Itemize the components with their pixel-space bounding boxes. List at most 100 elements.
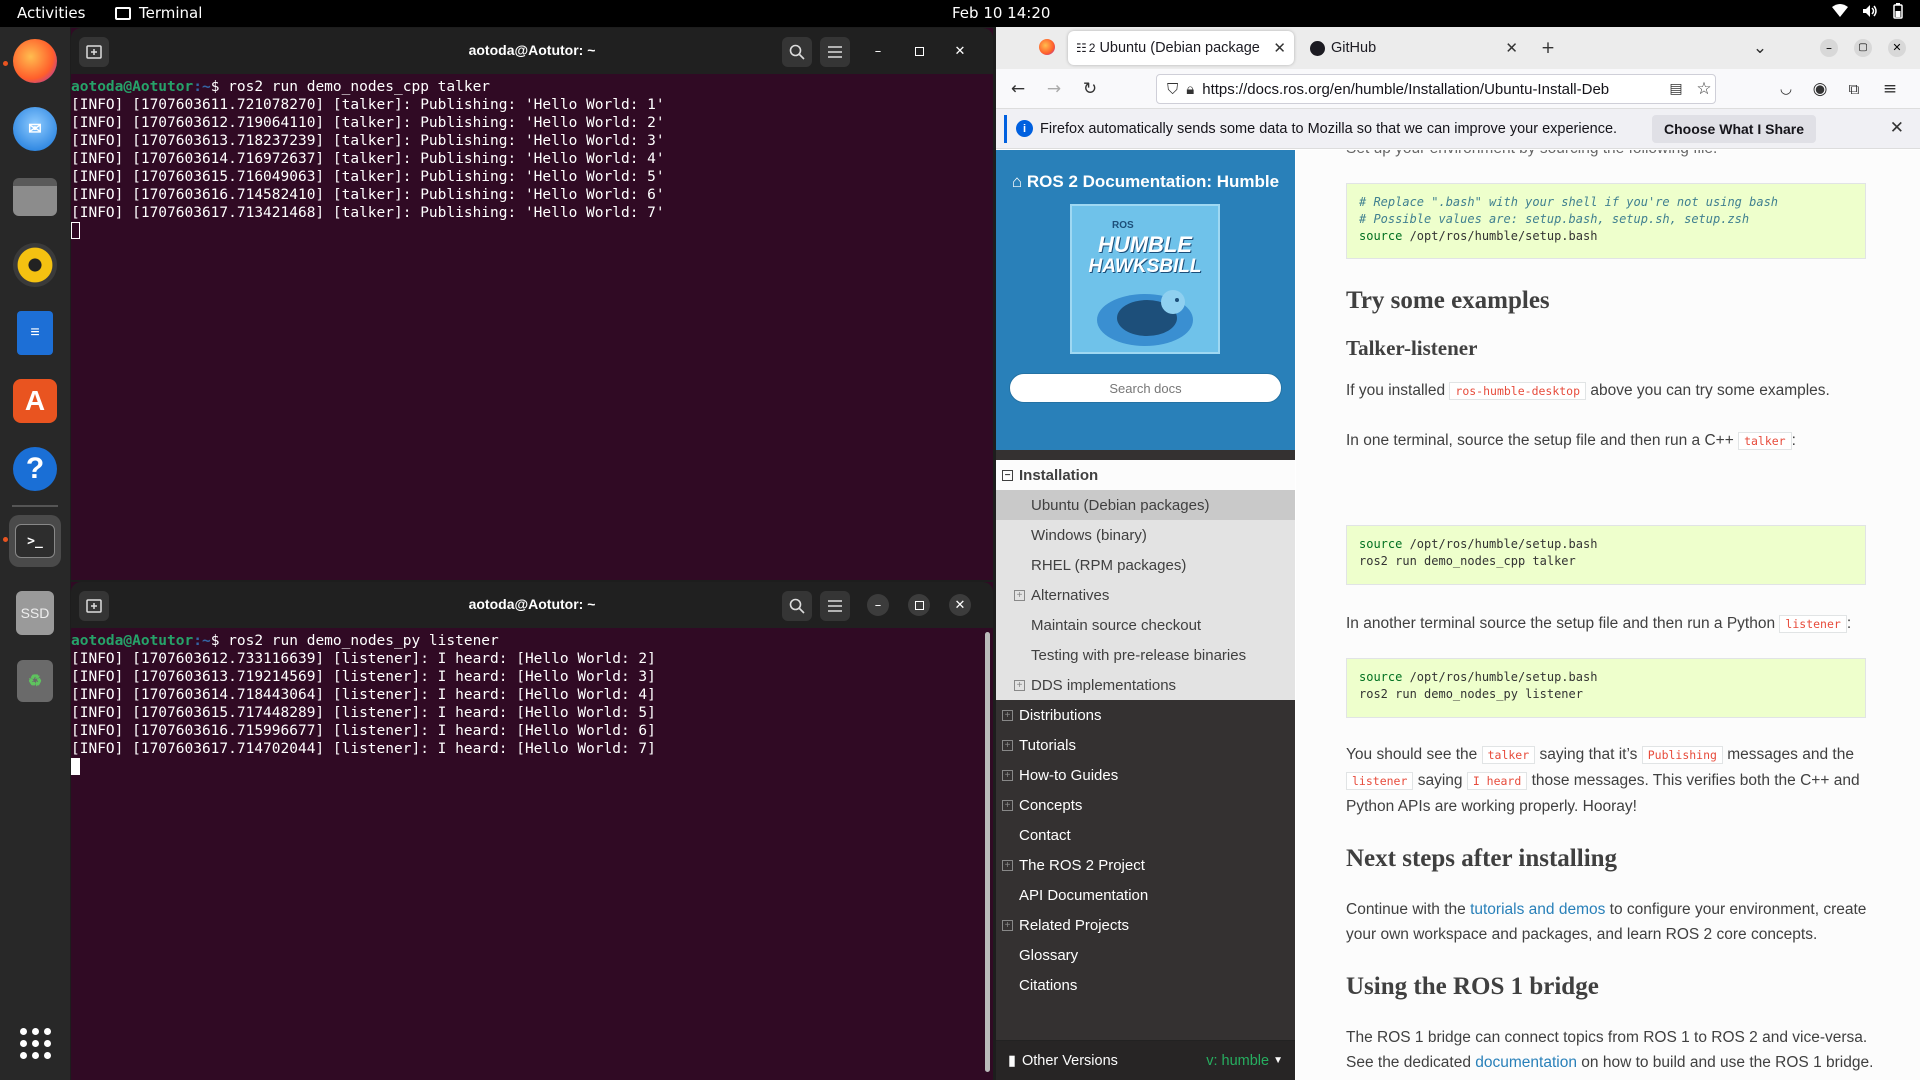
pocket-button[interactable]: ◡	[1774, 77, 1798, 101]
tab-ubuntu-debian[interactable]: ☷ 2 Ubuntu (Debian package ✕	[1068, 31, 1294, 65]
sidebar-item-windows[interactable]: Windows (binary)	[996, 520, 1295, 550]
sidebar-item-maintain-source[interactable]: Maintain source checkout	[996, 610, 1295, 640]
terminal-window-listener[interactable]: aotoda@Aotutor: ~ – ✕ aotoda@Aotutor:~$ …	[71, 582, 993, 1080]
sidebar-item-ros2-project[interactable]: + The ROS 2 Project	[996, 850, 1295, 880]
code-block-listener[interactable]: source /opt/ros/humble/setup.bash ros2 ru…	[1346, 658, 1866, 718]
tab-close-icon[interactable]: ✕	[1273, 39, 1286, 57]
show-apps-button[interactable]	[9, 1017, 61, 1069]
sidebar-item-contact[interactable]: Contact	[996, 820, 1295, 850]
top-bar: Activities Terminal Feb 10 14:20	[0, 0, 1920, 27]
terminal-scrollbar[interactable]	[985, 632, 990, 1072]
activities-button[interactable]: Activities	[17, 4, 85, 22]
app-center-launcher[interactable]: A	[9, 375, 61, 427]
account-button[interactable]: ◉	[1808, 77, 1832, 101]
notification-close-icon[interactable]: ✕	[1890, 118, 1904, 138]
drive-launcher[interactable]: SSD	[9, 587, 61, 639]
tab-github[interactable]: GitHub ✕	[1302, 31, 1526, 65]
thunderbird-launcher[interactable]: ✉	[9, 103, 61, 155]
volume-icon	[1863, 5, 1877, 17]
firefox-view-icon[interactable]	[1039, 39, 1055, 55]
choose-what-i-share-button[interactable]: Choose What I Share	[1652, 115, 1817, 143]
forward-button[interactable]: →	[1042, 77, 1066, 101]
reader-view-button[interactable]: ▤	[1664, 77, 1688, 101]
maximize-button[interactable]	[908, 40, 930, 62]
clock[interactable]: Feb 10 14:20	[952, 4, 1050, 22]
forward-arrow-icon: →	[1046, 79, 1062, 99]
list-tabs-button[interactable]: ⌄	[1748, 36, 1772, 60]
terminal-titlebar[interactable]: aotoda@Aotutor: ~ – ✕	[71, 582, 993, 628]
url-text[interactable]: https://docs.ros.org/en/humble/Installat…	[1202, 81, 1609, 98]
firefox-window[interactable]: ☷ 2 Ubuntu (Debian package ✕ GitHub ✕ + ⌄…	[996, 27, 1920, 1080]
extensions-button[interactable]: ⧉	[1842, 77, 1866, 101]
cut-off-paragraph: Set up your environment by sourcing the …	[1346, 150, 1876, 161]
sidebar-item-api-docs[interactable]: API Documentation	[996, 880, 1295, 910]
terminal-output[interactable]: aotoda@Aotutor:~$ ros2 run demo_nodes_py…	[71, 628, 993, 776]
app-menu[interactable]: Terminal	[115, 4, 202, 22]
rhythmbox-launcher[interactable]	[9, 239, 61, 291]
github-icon	[1310, 40, 1325, 56]
code-block-setup[interactable]: # Replace ".bash" with your shell if you…	[1346, 183, 1866, 259]
writer-launcher[interactable]: ≡	[9, 307, 61, 359]
minimize-button[interactable]: –	[867, 40, 889, 62]
back-button[interactable]: ←	[1006, 77, 1030, 101]
sidebar-item-installation[interactable]: − Installation	[996, 460, 1295, 490]
help-launcher[interactable]: ?	[9, 443, 61, 495]
brand-text: ROS 2 Documentation: Humble	[1026, 172, 1280, 191]
sidebar-item-alternatives[interactable]: + Alternatives	[996, 580, 1295, 610]
tutorials-link[interactable]: tutorials and demos	[1470, 901, 1605, 918]
menu-button[interactable]	[820, 591, 850, 621]
close-window-button[interactable]: ✕	[1888, 39, 1906, 57]
sidebar-item-related-projects[interactable]: + Related Projects	[996, 910, 1295, 940]
paragraph-cpp-talker: In one terminal, source the setup file a…	[1346, 432, 1796, 450]
tab-close-icon[interactable]: ✕	[1505, 39, 1518, 57]
sidebar-item-glossary[interactable]: Glossary	[996, 940, 1295, 970]
sidebar-nav: − Installation Ubuntu (Debian packages) W…	[996, 460, 1295, 1000]
maximize-button[interactable]: ▢	[1854, 39, 1872, 57]
terminal-window-talker[interactable]: aotoda@Aotutor: ~ – ✕ aotoda@Aotutor:~$ …	[71, 28, 993, 580]
firefox-launcher[interactable]	[9, 35, 61, 87]
search-docs-input[interactable]: Search docs	[1009, 373, 1282, 403]
sidebar-item-ubuntu[interactable]: Ubuntu (Debian packages)	[996, 490, 1295, 520]
url-bar[interactable]: ⛉ 🔒︎ https://docs.ros.org/en/humble/Inst…	[1156, 74, 1716, 104]
search-button[interactable]	[782, 37, 812, 67]
terminal-title: aotoda@Aotutor: ~	[468, 42, 596, 58]
terminal-titlebar[interactable]: aotoda@Aotutor: ~ – ✕	[71, 28, 993, 74]
expand-icon: +	[1014, 589, 1025, 601]
files-launcher[interactable]	[9, 171, 61, 223]
humble-hawksbill-logo[interactable]: ROS HUMBLE HAWKSBILL	[1070, 204, 1220, 354]
reload-button[interactable]: ↻	[1078, 77, 1102, 101]
documentation-link[interactable]: documentation	[1475, 1054, 1577, 1071]
hamburger-icon	[828, 600, 842, 612]
bookmark-button[interactable]: ☆	[1692, 77, 1716, 101]
trash-launcher[interactable]: ♻	[9, 655, 61, 707]
close-button[interactable]: ✕	[949, 594, 971, 616]
site-brand-link[interactable]: ⌂ ROS 2 Documentation: Humble	[996, 172, 1295, 192]
close-button[interactable]: ✕	[949, 40, 971, 62]
version-switcher[interactable]: ▮ Other Versions v: humble ▼	[996, 1040, 1295, 1080]
sidebar-item-concepts[interactable]: + Concepts	[996, 790, 1295, 820]
app-menu-button[interactable]: ≡	[1878, 77, 1902, 101]
prompt-command: $ ros2 run demo_nodes_cpp talker	[210, 79, 491, 95]
firefox-icon	[13, 39, 57, 83]
menu-button[interactable]	[820, 37, 850, 67]
sidebar-item-testing-prerelease[interactable]: Testing with pre-release binaries	[996, 640, 1295, 670]
terminal-launcher[interactable]: >_	[9, 515, 61, 567]
sidebar-item-distributions[interactable]: + Distributions	[996, 700, 1295, 730]
sidebar-item-label: DDS implementations	[1031, 676, 1177, 694]
sidebar-item-tutorials[interactable]: + Tutorials	[996, 730, 1295, 760]
wifi-icon	[1832, 4, 1848, 17]
sidebar-item-dds[interactable]: + DDS implementations	[996, 670, 1295, 700]
sidebar-item-citations[interactable]: Citations	[996, 970, 1295, 1000]
new-tab-button[interactable]: +	[1536, 36, 1560, 60]
sidebar-item-rhel[interactable]: RHEL (RPM packages)	[996, 550, 1295, 580]
system-tray[interactable]	[1832, 3, 1904, 19]
terminal-icon	[115, 6, 131, 20]
terminal-output[interactable]: aotoda@Aotutor:~$ ros2 run demo_nodes_cp…	[71, 74, 993, 240]
minimize-button[interactable]: –	[867, 594, 889, 616]
code-block-talker[interactable]: source /opt/ros/humble/setup.bash ros2 ru…	[1346, 525, 1866, 585]
maximize-button[interactable]	[908, 594, 930, 616]
output-line: [INFO] [1707603612.733116639] [listener]…	[71, 651, 656, 667]
minimize-button[interactable]: –	[1820, 39, 1838, 57]
sidebar-item-how-to-guides[interactable]: + How-to Guides	[996, 760, 1295, 790]
search-button[interactable]	[782, 591, 812, 621]
